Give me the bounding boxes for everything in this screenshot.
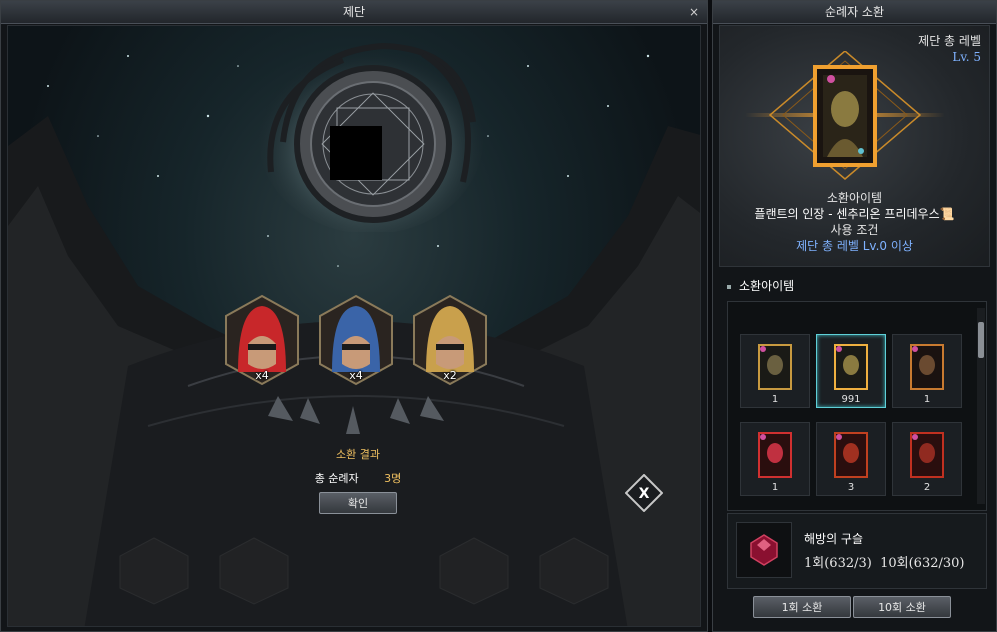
condition-label: 사용 조건 xyxy=(830,223,879,237)
altar-window: 제단 × x4 x4 x2 소환 결과 총 순례자 3명 확인 X xyxy=(0,0,708,632)
faded-slot xyxy=(538,536,610,606)
card-icon xyxy=(758,344,792,390)
card-icon xyxy=(910,344,944,390)
confirm-button[interactable]: 확인 xyxy=(319,492,397,514)
result-title: 소환 결과 xyxy=(336,448,380,461)
item-slot[interactable]: 1 xyxy=(740,334,810,408)
faded-slot xyxy=(438,536,510,606)
hero-gold[interactable]: x2 xyxy=(412,294,488,386)
orb-name: 해방의 구슬 xyxy=(804,532,864,546)
condition-value: 제단 총 레벨 Lv.0 이상 xyxy=(796,239,913,253)
hero-gold-count: x2 xyxy=(443,369,457,382)
hero-blue[interactable]: x4 xyxy=(318,294,394,386)
hero-red[interactable]: x4 xyxy=(224,294,300,386)
altar-level-label: 제단 총 레벨 xyxy=(918,34,981,48)
card-icon xyxy=(910,432,944,478)
summon-item-grid: 1 991 1 1 3 2 xyxy=(727,301,987,511)
card-icon xyxy=(834,344,868,390)
item-name: 플랜트의 인장 - 센추리온 프리데우스📜 xyxy=(754,207,955,221)
summon-titlebar[interactable]: 순례자 소환 xyxy=(713,1,996,24)
featured-card xyxy=(745,50,945,181)
dismiss-x-icon: X xyxy=(624,473,664,513)
summon-1-button[interactable]: 1회 소환 xyxy=(753,596,851,618)
result-total-value: 3명 xyxy=(384,472,402,485)
summoned-heroes: x4 x4 x2 xyxy=(224,294,494,394)
scroll-icon: 📜 xyxy=(939,207,955,221)
scroll-thumb[interactable] xyxy=(978,322,984,358)
altar-title: 제단 xyxy=(342,5,366,19)
altar-scene: x4 x4 x2 소환 결과 총 순례자 3명 확인 X xyxy=(7,25,701,627)
summon-items-header: 소환아이템 xyxy=(727,277,794,294)
bullet-icon xyxy=(727,284,731,289)
summon-title: 순례자 소환 xyxy=(824,5,884,19)
featured-card-art xyxy=(745,50,945,180)
altar-level-value: Lv. 5 xyxy=(952,50,981,64)
summon-item-info: 소환아이템 플랜트의 인장 - 센추리온 프리데우스📜 사용 조건 제단 총 레… xyxy=(720,190,989,254)
hero-red-count: x4 xyxy=(255,369,269,382)
card-icon xyxy=(758,432,792,478)
faded-slot xyxy=(118,536,190,606)
result-total: 총 순례자 3명 xyxy=(188,470,528,486)
summon-result-panel: 소환 결과 총 순례자 3명 확인 xyxy=(188,436,528,536)
item-slot[interactable]: 1 xyxy=(892,334,962,408)
summon-window: 순례자 소환 제단 총 레벨 Lv. 5 소환아이템 플랜트의 인장 - 센추리… xyxy=(712,0,997,632)
item-slot[interactable]: 3 xyxy=(816,422,886,496)
faded-slot xyxy=(218,536,290,606)
hero-blue-count: x4 xyxy=(349,369,363,382)
card-icon xyxy=(834,432,868,478)
item-slot-selected[interactable]: 991 xyxy=(816,334,886,408)
dismiss-button[interactable]: X xyxy=(624,473,664,513)
item-grid-scrollbar[interactable] xyxy=(977,308,985,504)
orb-cost-panel: 해방의 구슬 1회(632/3) 10회(632/30) xyxy=(727,513,987,589)
close-icon[interactable]: × xyxy=(689,1,699,23)
result-total-label: 총 순례자 xyxy=(314,472,359,485)
portal-core xyxy=(308,106,404,202)
svg-text:X: X xyxy=(639,486,650,502)
item-label: 소환아이템 xyxy=(826,191,883,205)
altar-titlebar[interactable]: 제단 × xyxy=(1,1,707,24)
orb-cost: 1회(632/3) 10회(632/30) xyxy=(804,556,965,571)
summon-10-button[interactable]: 10회 소환 xyxy=(853,596,951,618)
orb-icon xyxy=(736,522,792,578)
faded-background-slots xyxy=(18,536,690,626)
item-slot[interactable]: 1 xyxy=(740,422,810,496)
summon-preview: 제단 총 레벨 Lv. 5 소환아이템 플랜트의 인장 - 센추리온 프리데우스… xyxy=(719,25,990,267)
item-slot[interactable]: 2 xyxy=(892,422,962,496)
